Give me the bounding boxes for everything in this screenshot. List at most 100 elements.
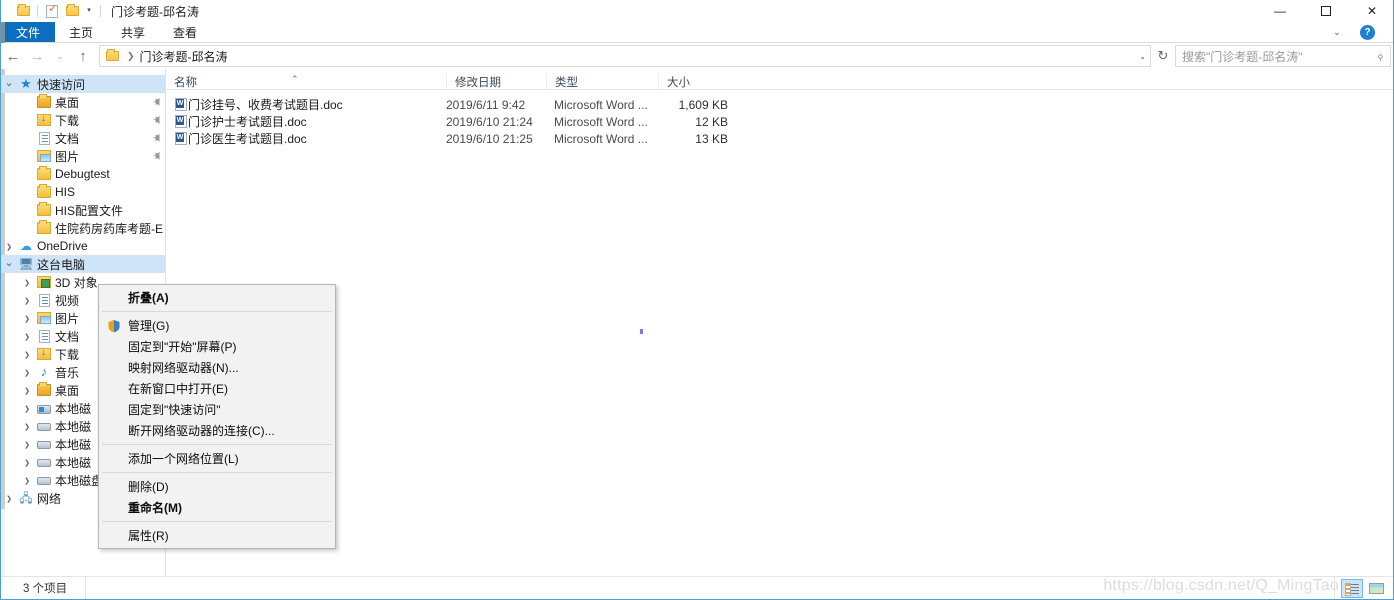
chevron-right-icon[interactable] — [19, 332, 35, 341]
chevron-right-icon[interactable] — [19, 278, 35, 287]
chevron-down-icon[interactable] — [1, 258, 17, 271]
file-rows: 门诊挂号、收费考试题目.doc 2019/6/11 9:42 Microsoft W… — [166, 90, 1393, 147]
sidebar-item-9[interactable]: ☁ OneDrive — [1, 237, 165, 255]
pictures-folder-icon — [35, 150, 53, 162]
chevron-right-icon[interactable] — [19, 350, 35, 359]
file-name-cell[interactable]: 门诊护士考试题目.doc — [166, 113, 446, 130]
status-bar: 3 个项目 https://blog.csdn.net/Q_MingTao — [1, 576, 1393, 599]
column-header-3[interactable]: 大小 — [658, 74, 738, 89]
sidebar-item-6[interactable]: HIS — [1, 183, 165, 201]
pin-icon[interactable] — [149, 95, 163, 109]
context-menu-item-5[interactable]: 在新窗口中打开(E) — [99, 378, 335, 399]
music-icon: ♪ — [40, 364, 48, 379]
column-header-1[interactable]: 修改日期 — [446, 74, 546, 89]
context-menu-item-4[interactable]: 映射网络驱动器(N)... — [99, 357, 335, 378]
sidebar-item-label: 这台电脑 — [37, 257, 86, 272]
sidebar-item-1[interactable]: 桌面 — [1, 93, 165, 111]
chevron-right-icon[interactable] — [19, 404, 35, 413]
folder-icon[interactable] — [13, 1, 33, 21]
chevron-right-icon[interactable] — [1, 494, 17, 503]
minimize-button[interactable]: — — [1257, 0, 1303, 22]
sidebar-item-8[interactable]: 住院药房药库考题-E — [1, 219, 165, 237]
sidebar-item-label: HIS配置文件 — [55, 203, 124, 218]
context-menu-item-0[interactable]: 折叠(A) — [99, 287, 335, 308]
chevron-down-icon[interactable] — [1, 78, 17, 91]
back-button[interactable]: ← — [1, 44, 25, 68]
chevron-right-icon[interactable] — [19, 440, 35, 449]
context-menu-item-3[interactable]: 固定到"开始"屏幕(P) — [99, 336, 335, 357]
column-header-0[interactable]: 名称 ⌃ — [166, 74, 446, 89]
tab-home[interactable]: 主页 — [55, 22, 107, 42]
customize-chevron-icon[interactable]: ▾ — [82, 1, 96, 21]
address-bar[interactable]: ❯ 门诊考题-邱名涛 ⌄ — [99, 45, 1151, 67]
table-row[interactable]: 门诊护士考试题目.doc 2019/6/10 21:24 Microsoft Wor… — [166, 113, 1393, 130]
column-header-2[interactable]: 类型 — [546, 74, 658, 89]
drive-icon — [35, 421, 53, 431]
details-view-icon[interactable] — [1341, 578, 1363, 598]
chevron-right-icon[interactable] — [19, 386, 35, 395]
context-menu-item-9[interactable]: 添加一个网络位置(L) — [99, 448, 335, 469]
context-menu-item-14[interactable]: 属性(R) — [99, 525, 335, 546]
sidebar-item-label: 网络 — [37, 491, 62, 506]
context-menu-item-6[interactable]: 固定到"快速访问" — [99, 399, 335, 420]
pin-icon[interactable] — [149, 113, 163, 127]
sidebar-item-label: HIS — [55, 185, 76, 199]
context-menu-item-12[interactable]: 重命名(M) — [99, 497, 335, 518]
new-folder-icon[interactable] — [62, 1, 82, 21]
file-name-cell[interactable]: 门诊医生考试题目.doc — [166, 130, 446, 147]
recent-locations-button[interactable]: ⌄ — [49, 44, 71, 68]
help-button[interactable]: ? — [1360, 25, 1375, 40]
chevron-right-icon[interactable] — [19, 422, 35, 431]
properties-icon[interactable] — [42, 1, 62, 21]
chevron-down-icon[interactable]: ⌄ — [1322, 27, 1352, 38]
sidebar-item-label: OneDrive — [37, 239, 88, 253]
close-button[interactable]: ✕ — [1349, 0, 1393, 22]
context-menu: 折叠(A) 管理(G) 固定到"开始"屏幕(P) 映射网络驱动器(N)... 在新窗口中… — [98, 284, 336, 549]
context-menu-item-11[interactable]: 删除(D) — [99, 476, 335, 497]
address-dropdown-icon[interactable]: ⌄ — [1139, 52, 1146, 61]
desktop-folder-icon — [35, 382, 53, 396]
up-button[interactable]: ↑ — [71, 44, 95, 68]
search-input[interactable]: 搜索"门诊考题-邱名涛" — [1182, 48, 1377, 65]
tab-file[interactable]: 文件 — [1, 22, 55, 42]
chevron-right-icon[interactable] — [19, 458, 35, 467]
sidebar-item-label: 快速访问 — [37, 77, 86, 92]
desktop-folder-icon — [35, 94, 53, 108]
breadcrumb-current[interactable]: 门诊考题-邱名涛 — [140, 48, 228, 65]
sidebar-item-7[interactable]: HIS配置文件 — [1, 201, 165, 219]
table-row[interactable]: 门诊医生考试题目.doc 2019/6/10 21:25 Microsoft Wor… — [166, 130, 1393, 147]
chevron-right-icon[interactable] — [1, 242, 17, 251]
chevron-right-icon[interactable] — [19, 368, 35, 377]
pin-icon[interactable] — [149, 149, 163, 163]
table-row[interactable]: 门诊挂号、收费考试题目.doc 2019/6/11 9:42 Microsoft W… — [166, 96, 1393, 113]
chevron-right-icon[interactable] — [19, 476, 35, 485]
sidebar-item-0[interactable]: ★ 快速访问 — [1, 75, 165, 93]
window-title: 门诊考题-邱名涛 — [111, 4, 199, 19]
sidebar-item-4[interactable]: 图片 — [1, 147, 165, 165]
menu-separator — [102, 444, 332, 445]
file-name-cell[interactable]: 门诊挂号、收费考试题目.doc — [166, 96, 446, 113]
large-icons-view-icon[interactable] — [1365, 579, 1387, 598]
tab-view[interactable]: 查看 — [159, 22, 211, 42]
sidebar-item-3[interactable]: 文档 — [1, 129, 165, 147]
sidebar-item-5[interactable]: Debugtest — [1, 165, 165, 183]
sidebar-item-10[interactable]: 🖥这台电脑 — [1, 255, 165, 273]
folder-icon — [35, 184, 53, 198]
chevron-right-icon[interactable] — [19, 296, 35, 305]
pin-icon[interactable] — [149, 131, 163, 145]
sidebar-item-label: Debugtest — [55, 167, 110, 181]
tab-share[interactable]: 共享 — [107, 22, 159, 42]
maximize-button[interactable] — [1303, 0, 1349, 22]
chevron-right-icon[interactable] — [19, 314, 35, 323]
column-headers: 名称 ⌃ 修改日期 类型 大小 — [166, 69, 1393, 90]
forward-button[interactable]: → — [25, 44, 49, 68]
context-menu-item-2[interactable]: 管理(G) — [99, 315, 335, 336]
context-menu-item-7[interactable]: 断开网络驱动器的连接(C)... — [99, 420, 335, 441]
search-box[interactable]: 搜索"门诊考题-邱名涛" ⌕ — [1175, 45, 1391, 67]
3d-objects-icon — [35, 276, 53, 288]
breadcrumb-separator[interactable]: ❯ — [122, 51, 140, 62]
context-menu-item-label: 固定到"开始"屏幕(P) — [128, 340, 237, 354]
sidebar-item-2[interactable]: 下载 — [1, 111, 165, 129]
cursor-artifact — [640, 329, 643, 334]
refresh-button[interactable]: ↻ — [1151, 44, 1175, 68]
